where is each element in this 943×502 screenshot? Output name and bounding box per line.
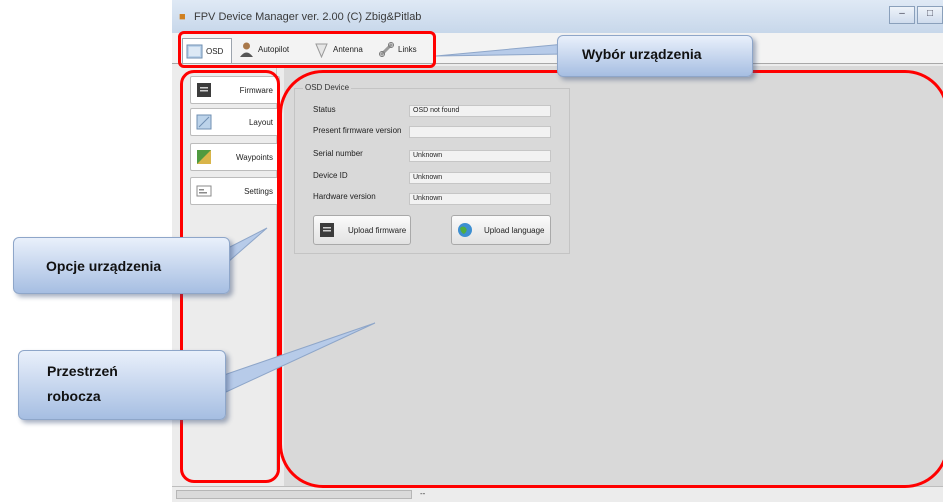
minimize-button[interactable]: – [889,6,915,24]
window-title: FPV Device Manager ver. 2.00 (C) Zbig&Pi… [194,11,422,23]
callout-text: Wybór urządzenia [582,46,702,62]
status-progress [176,490,412,499]
callout-text: Przestrzeń [47,363,118,379]
status-text: -- [420,489,426,498]
title-bar: ■ FPV Device Manager ver. 2.00 (C) Zbig&… [172,0,943,34]
callout-device-select: Wybór urządzenia [557,35,753,77]
callout-workspace: Przestrzeń robocza [18,350,226,420]
callout-text: Opcje urządzenia [46,258,162,274]
maximize-button[interactable]: □ [917,6,943,24]
callout-text: robocza [47,388,101,404]
status-bar: -- [172,486,943,502]
callout-device-options: Opcje urządzenia [13,237,230,294]
app-icon: ■ [179,11,186,23]
window-controls: – □ [889,6,943,24]
workspace-highlight [279,70,943,488]
device-select-highlight [178,31,436,68]
